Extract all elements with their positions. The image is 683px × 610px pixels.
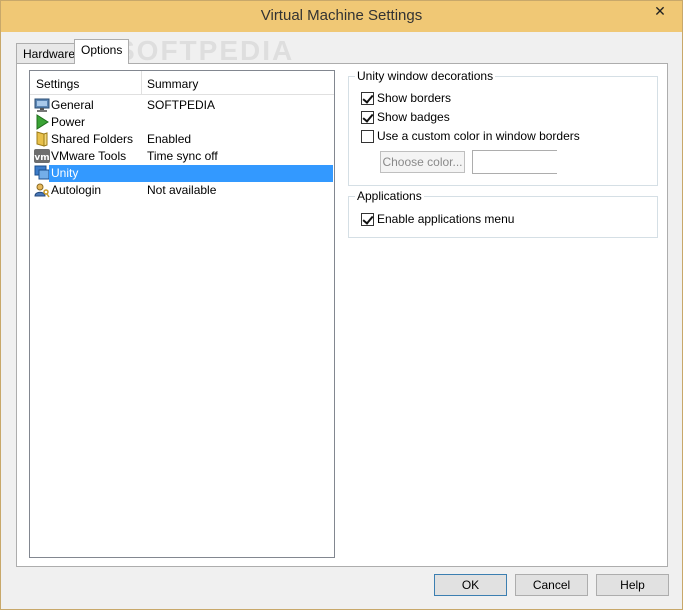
user-key-icon [34,183,50,198]
column-header-summary[interactable]: Summary [147,77,198,91]
custom-color-option[interactable]: Use a custom color in window borders [361,128,580,144]
title-bar[interactable]: Virtual Machine Settings ✕ [1,1,682,32]
list-item-summary [142,165,333,182]
applications-group: Applications Enable applications menu [348,189,658,238]
tab-hardware[interactable]: Hardware [16,43,83,63]
show-borders-option[interactable]: Show borders [361,90,451,106]
list-item-label: Power [51,115,86,129]
list-item-summary: Time sync off [147,149,218,163]
enable-applications-menu-option[interactable]: Enable applications menu [361,211,514,227]
list-item-unity[interactable]: Unity [32,165,333,182]
options-tab-panel: Settings Summary General SOFTPEDIA Power… [16,63,668,567]
cancel-button[interactable]: Cancel [515,574,588,596]
custom-color-label: Use a custom color in window borders [377,129,580,143]
close-button[interactable]: ✕ [643,1,677,21]
list-item-vmware-tools[interactable]: vm VMware Tools Time sync off [32,148,333,165]
unity-decorations-group: Unity window decorations Show borders Sh… [348,69,658,186]
show-borders-label: Show borders [377,91,452,105]
window-title: Virtual Machine Settings [260,7,423,24]
play-icon [36,114,49,130]
column-header-settings[interactable]: Settings [36,77,79,91]
list-item-label: Shared Folders [51,132,134,146]
show-badges-option[interactable]: Show badges [361,109,450,125]
color-preview-swatch [472,150,557,174]
settings-list[interactable]: Settings Summary General SOFTPEDIA Power… [29,70,335,558]
list-item-summary: SOFTPEDIA [147,98,216,112]
group-title: Applications [355,189,424,203]
list-header: Settings Summary [30,71,334,95]
list-item-label: Autologin [51,183,102,197]
show-borders-checkbox[interactable] [361,91,374,105]
enable-applications-menu-checkbox[interactable] [361,212,374,226]
list-item-label: General [51,98,94,112]
list-item-summary: Not available [147,183,217,197]
column-divider[interactable] [141,71,142,95]
list-item-power[interactable]: Power [32,114,333,131]
help-button[interactable]: Help [596,574,669,596]
folder-icon [36,131,48,147]
list-item-summary: Enabled [147,132,192,146]
choose-color-button[interactable]: Choose color... [380,151,465,173]
list-item-label: Unity [49,165,142,182]
close-icon: ✕ [654,2,666,19]
monitor-icon [34,98,50,112]
list-item-shared-folders[interactable]: Shared Folders Enabled [32,131,333,148]
dialog-client-area: Hardware Options SOFTPEDIA Settings Summ… [8,32,675,604]
show-badges-checkbox[interactable] [361,110,374,124]
group-title: Unity window decorations [355,69,496,83]
enable-applications-menu-label: Enable applications menu [377,212,515,226]
tab-options[interactable]: Options [74,39,130,64]
list-item-autologin[interactable]: Autologin Not available [32,182,333,199]
custom-color-checkbox[interactable] [361,129,374,143]
unity-icon [34,165,50,180]
list-item-label: VMware Tools [51,149,127,163]
settings-window: Virtual Machine Settings ✕ Hardware Opti… [0,0,683,610]
show-badges-label: Show badges [377,110,450,124]
vm-icon: vm [34,149,50,163]
svg-text:vm: vm [34,153,49,163]
list-item-general[interactable]: General SOFTPEDIA [32,97,333,114]
list-item-summary [142,114,333,131]
ok-button[interactable]: OK [434,574,507,596]
